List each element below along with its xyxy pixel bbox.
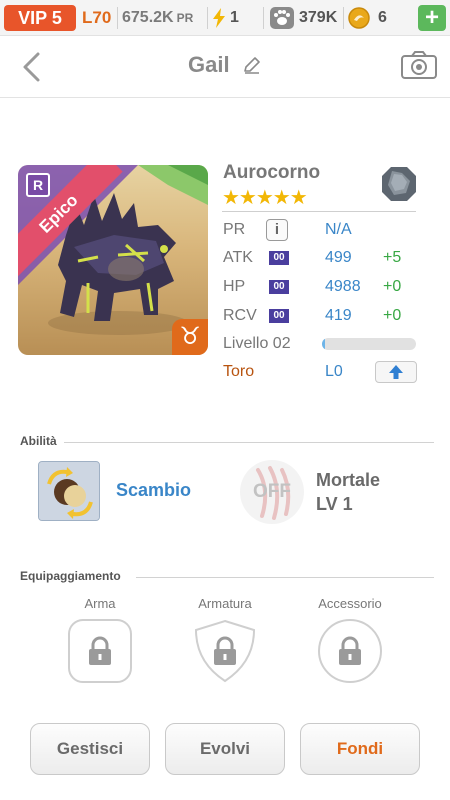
element-button[interactable]: [380, 165, 418, 208]
evolve-button[interactable]: Evolvi: [165, 723, 285, 775]
stat-bonus: +5: [383, 249, 402, 266]
divider: [207, 7, 208, 29]
stat-value: N/A: [325, 221, 352, 238]
stat-label: ATK: [223, 249, 253, 266]
stat-label: RCV: [223, 307, 257, 324]
zodiac-upgrade-button[interactable]: [375, 361, 417, 383]
stat-row-atk: ATK 00 499 +5: [223, 246, 423, 270]
weapon-slot-label: Arma: [84, 596, 116, 611]
paw-icon: [270, 7, 294, 29]
active-skill-name[interactable]: Scambio: [116, 480, 191, 501]
info-button[interactable]: i: [266, 219, 288, 241]
swap-orb-icon: [39, 462, 99, 520]
divider: [343, 7, 344, 29]
energy-value: 1: [230, 9, 239, 26]
paw-currency[interactable]: 379K: [270, 5, 337, 31]
divider: [263, 7, 264, 29]
edit-name-button[interactable]: [242, 55, 262, 80]
stat-bonus: +0: [383, 278, 402, 295]
power-rating-value: 675.2K: [122, 9, 174, 26]
lock-icon: [339, 636, 361, 665]
armor-slot-label: Armatura: [198, 596, 252, 611]
equipment-heading: Equipaggiamento: [20, 569, 121, 583]
passive-skill-level: LV 1: [316, 494, 353, 514]
armor-slot[interactable]: [192, 618, 258, 684]
stat-label: PR: [223, 221, 246, 238]
creature-name: Aurocorno: [223, 162, 321, 183]
lock-icon: [89, 636, 111, 665]
energy-counter[interactable]: 1: [212, 5, 239, 31]
bonus-pill: 00: [269, 251, 289, 265]
stat-value: 419: [325, 307, 352, 324]
vip-badge[interactable]: VIP 5: [4, 5, 76, 31]
abilities-heading: Abilità: [20, 434, 57, 448]
zodiac-badge: ♉: [172, 319, 208, 355]
stats-divider: [222, 211, 416, 212]
camera-icon: [401, 51, 437, 79]
stat-bonus: +0: [383, 307, 402, 324]
power-rating-unit: PR: [176, 11, 194, 25]
pencil-icon: [244, 57, 260, 75]
title-group: Gail: [0, 52, 450, 80]
stat-value: 4988: [325, 278, 361, 295]
stat-label: HP: [223, 278, 246, 295]
section-divider: [136, 577, 434, 578]
creature-portrait[interactable]: Epico R ♉: [18, 165, 208, 355]
stat-row-pr: PR i N/A: [223, 218, 423, 242]
add-currency-button[interactable]: +: [418, 5, 446, 31]
player-level: L70: [82, 8, 112, 27]
passive-status: OFF: [253, 481, 291, 502]
zodiac-label: Toro: [223, 363, 255, 380]
passive-skill-name: Mortale: [316, 470, 381, 490]
status-bar: VIP 5 L70 675.2K PR 1 379K 6 +: [0, 0, 450, 36]
arrow-up-icon: [389, 365, 403, 379]
level-progress-fill: [322, 338, 325, 350]
page-title: Gail: [187, 52, 230, 77]
power-rating: 675.2K PR: [122, 5, 193, 31]
section-divider: [64, 442, 434, 443]
zodiac-row: Toro L0: [223, 360, 423, 384]
rank-badge: R: [26, 173, 50, 197]
screenshot-button[interactable]: [400, 50, 438, 85]
stat-row-rcv: RCV 00 419 +0: [223, 304, 423, 328]
accessory-slot[interactable]: [317, 618, 383, 684]
manage-button[interactable]: Gestisci: [30, 723, 150, 775]
active-skill-icon[interactable]: [38, 461, 100, 521]
divider: [117, 7, 118, 29]
merge-button[interactable]: Fondi: [300, 723, 420, 775]
level-progress-bar: [322, 338, 416, 350]
weapon-slot[interactable]: [67, 618, 133, 684]
stat-row-hp: HP 00 4988 +0: [223, 275, 423, 299]
plus-icon: +: [424, 4, 439, 31]
zodiac-level: L0: [325, 363, 343, 380]
rock-element-icon: [382, 167, 416, 201]
coin-currency[interactable]: 6: [348, 5, 387, 31]
level-row: Livello 02: [223, 332, 423, 356]
stat-value: 499: [325, 249, 352, 266]
lightning-icon: [213, 8, 225, 28]
taurus-icon: ♉: [179, 323, 201, 350]
coin-value: 6: [378, 9, 387, 26]
paw-value: 379K: [299, 9, 338, 26]
lock-icon: [214, 636, 236, 665]
star-rating: ★★★★★: [222, 187, 308, 209]
page-header: Gail: [0, 36, 450, 98]
bonus-pill: 00: [269, 280, 289, 294]
passive-skill-icon[interactable]: OFF: [240, 460, 304, 524]
accessory-slot-label: Accessorio: [318, 596, 382, 611]
bonus-pill: 00: [269, 309, 289, 323]
coin-icon: [348, 7, 370, 29]
level-label: Livello 02: [223, 335, 291, 352]
